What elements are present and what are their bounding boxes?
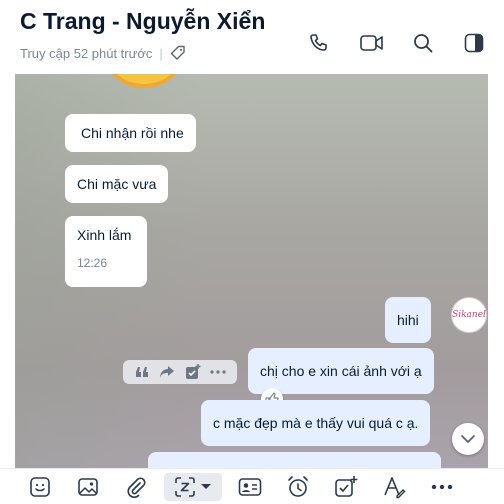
more-icon[interactable] xyxy=(428,473,456,501)
video-call-icon[interactable] xyxy=(359,30,385,56)
message-outgoing[interactable]: hihi xyxy=(385,297,431,343)
screenshot-icon xyxy=(175,477,195,497)
phone-icon[interactable] xyxy=(306,30,332,56)
sidebar-toggle-icon[interactable] xyxy=(461,30,487,56)
message-text: chị cho e xin cái ảnh với ạ xyxy=(260,363,422,379)
todo-icon[interactable] xyxy=(332,473,360,501)
message-text: c mặc đẹp mà e thấy vui quá c ạ. xyxy=(213,415,419,431)
message-incoming[interactable]: Chi nhận rồi nhe xyxy=(65,114,196,152)
message-text: hihi xyxy=(397,312,419,328)
presence-status: Truy cập 52 phút trước | xyxy=(20,45,186,61)
sticker-icon[interactable] xyxy=(26,473,54,501)
sender-avatar[interactable] xyxy=(107,74,181,88)
composer-toolbar xyxy=(0,468,504,504)
last-seen-text: Truy cập 52 phút trước xyxy=(20,45,153,61)
more-icon[interactable] xyxy=(209,363,227,381)
chat-header: C Trang - Nguyễn Xiển Truy cập 52 phút t… xyxy=(0,0,504,74)
message-time: 12:26 xyxy=(77,256,108,270)
scroll-down-button[interactable] xyxy=(452,423,484,455)
search-icon[interactable] xyxy=(410,30,436,56)
message-actions xyxy=(123,360,237,384)
chevron-down-icon xyxy=(201,484,211,489)
forward-icon[interactable] xyxy=(158,363,176,381)
tag-icon[interactable] xyxy=(170,45,186,61)
attach-icon[interactable] xyxy=(122,473,150,501)
message-incoming[interactable]: Xinh lắm 12:26 xyxy=(65,216,147,287)
screenshot-button[interactable] xyxy=(164,473,222,501)
message-text: Xinh lắm xyxy=(77,227,132,243)
contact-card-icon[interactable] xyxy=(236,473,264,501)
image-icon[interactable] xyxy=(74,473,102,501)
recipient-avatar[interactable]: Sikanel xyxy=(451,297,487,333)
message-incoming[interactable]: Chi mặc vưa xyxy=(65,165,169,203)
message-text: Chi mặc vưa xyxy=(77,176,157,192)
message-outgoing[interactable] xyxy=(148,452,441,468)
message-text: Chi nhận rồi nhe xyxy=(81,125,184,141)
message-outgoing[interactable]: c mặc đẹp mà e thấy vui quá c ạ. xyxy=(201,400,431,446)
message-list[interactable]: Chi nhận rồi nhe Chi mặc vưa Xinh lắm 12… xyxy=(15,74,488,468)
message-outgoing[interactable]: chị cho e xin cái ảnh với ạ xyxy=(248,348,434,394)
quote-icon[interactable] xyxy=(133,363,151,381)
reminder-icon[interactable] xyxy=(284,473,312,501)
chevron-down-icon xyxy=(461,435,475,443)
conversation-title[interactable]: C Trang - Nguyễn Xiển xyxy=(20,8,265,35)
task-icon[interactable] xyxy=(184,363,202,381)
format-text-icon[interactable] xyxy=(380,473,408,501)
divider: | xyxy=(159,45,163,61)
